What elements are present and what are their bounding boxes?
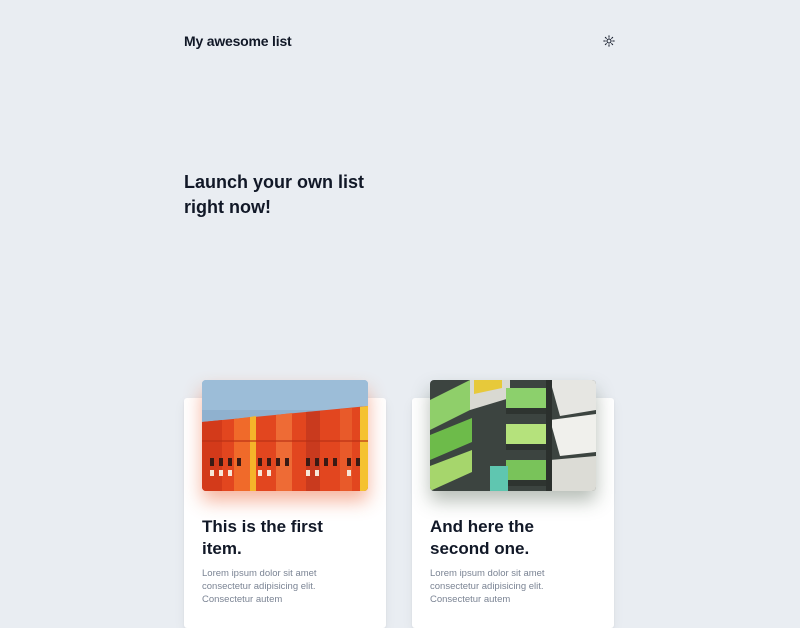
card-title: And here the second one. (430, 516, 600, 560)
card-text-line: consectetur adipisicing elit. (430, 581, 544, 592)
hero-line: right now! (184, 197, 271, 217)
list-item-card[interactable]: And here the second one. Lorem ipsum dol… (412, 380, 614, 628)
card-text-line: consectetur adipisicing elit. (202, 581, 316, 592)
card-title-line: This is the first (202, 517, 323, 536)
green-balconies-photo (430, 380, 596, 491)
card-text-line: Lorem ipsum dolor sit amet (202, 568, 317, 579)
site-title[interactable]: My awesome list (184, 33, 292, 49)
card-title-line: item. (202, 539, 242, 558)
card-description: Lorem ipsum dolor sit amet consectetur a… (430, 567, 600, 606)
site-header: My awesome list (184, 31, 616, 51)
card-title-line: second one. (430, 539, 530, 558)
orange-building-photo (202, 380, 368, 491)
theme-toggle-button[interactable] (602, 34, 616, 48)
hero-line: Launch your own list (184, 172, 365, 192)
card-title: This is the first item. (202, 516, 372, 560)
hero-heading: Launch your own list right now! (184, 170, 424, 220)
card-title-line: And here the (430, 517, 534, 536)
sun-icon (603, 35, 615, 47)
card-text-line: Lorem ipsum dolor sit amet (430, 568, 545, 579)
card-description: Lorem ipsum dolor sit amet consectetur a… (202, 567, 372, 606)
list-item-card[interactable]: This is the first item. Lorem ipsum dolo… (184, 380, 386, 628)
